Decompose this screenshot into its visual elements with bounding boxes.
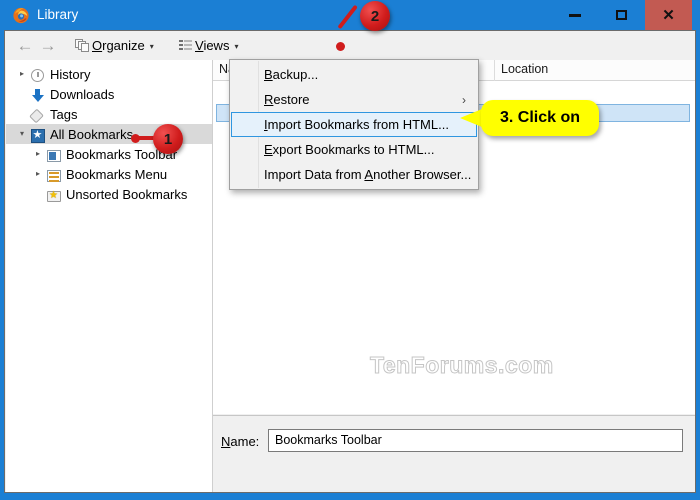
minimize-button[interactable] <box>552 0 598 30</box>
close-button[interactable]: ✕ <box>645 0 692 30</box>
sidebar-item-label: Downloads <box>50 86 115 102</box>
menu-item-label: Import Data from Another Browser... <box>264 167 472 182</box>
name-field-value: Bookmarks Toolbar <box>275 433 382 447</box>
twisty-icon[interactable]: ▸ <box>32 164 44 184</box>
sidebar-item-label: All Bookmarks <box>50 126 134 142</box>
sidebar-item-downloads[interactable]: Downloads <box>6 84 212 104</box>
sidebar-item-label: Tags <box>50 106 78 122</box>
callout-2-dot <box>336 42 345 51</box>
sidebar-item-history[interactable]: ▸ History <box>6 64 212 84</box>
forward-arrow-icon: → <box>39 36 57 55</box>
callout-bubble-3: 3. Click on <box>481 100 599 136</box>
menu-item-label: Export Bookmarks to HTML... <box>264 142 435 157</box>
forward-button[interactable]: → <box>39 37 57 54</box>
maximize-icon <box>615 10 627 20</box>
menu-item-import-data-from-another-browser[interactable]: Import Data from Another Browser... <box>231 162 477 187</box>
submenu-arrow-icon: › <box>462 93 466 107</box>
tag-icon <box>30 108 46 124</box>
download-icon <box>30 88 46 104</box>
column-divider[interactable] <box>494 60 495 81</box>
callout-badge-2: 2 <box>360 1 390 31</box>
window-title: Library <box>37 7 79 22</box>
all-bookmarks-icon <box>30 127 46 144</box>
twisty-icon[interactable]: ▸ <box>16 64 28 84</box>
name-field[interactable]: Bookmarks Toolbar <box>268 429 683 452</box>
menu-item-restore[interactable]: Restore › <box>231 87 477 112</box>
organize-button[interactable]: Organize ▾ <box>69 34 160 57</box>
views-button[interactable]: Views ▾ <box>173 34 244 57</box>
sidebar-item-tags[interactable]: Tags <box>6 104 212 124</box>
callout-badge-1: 1 <box>153 124 183 154</box>
organize-label: Organize <box>92 38 145 53</box>
list-view-icon <box>179 39 192 52</box>
toolbar: ← → Organize ▾ Views ▾ ★↺ I <box>5 31 695 90</box>
menu-item-import-bookmarks-from-html[interactable]: Import Bookmarks from HTML... <box>231 112 477 137</box>
folder-toolbar-icon <box>46 148 62 164</box>
close-icon: ✕ <box>662 6 675 24</box>
views-label: Views <box>195 38 230 53</box>
column-header-location[interactable]: Location <box>501 62 548 76</box>
menu-item-export-bookmarks-to-html[interactable]: Export Bookmarks to HTML... <box>231 137 477 162</box>
library-window: Library ✕ ← → Organize ▾ Views ▾ ▸ Histo… <box>0 0 700 500</box>
detail-panel: Name: Bookmarks Toolbar <box>213 415 695 492</box>
callout-3-tail <box>460 109 482 127</box>
unsorted-icon <box>46 188 62 204</box>
firefox-icon <box>13 7 29 24</box>
sidebar-item-label: History <box>50 66 91 82</box>
sidebar-item-label: Unsorted Bookmarks <box>66 186 188 202</box>
folder-menu-icon <box>46 168 62 184</box>
back-arrow-icon: ← <box>16 36 34 55</box>
sidebar-item-bookmarks-toolbar[interactable]: ▸ Bookmarks Toolbar <box>6 144 212 164</box>
name-field-label: Name: <box>221 434 260 449</box>
chevron-down-icon: ▾ <box>234 41 239 51</box>
sidebar: ▸ History Downloads Tags ▾ All Bookmarks… <box>6 60 213 492</box>
sidebar-item-label: Bookmarks Menu <box>66 166 168 182</box>
minimize-icon <box>569 13 581 17</box>
menu-item-label: Import Bookmarks from HTML... <box>264 117 449 132</box>
sidebar-item-bookmarks-menu[interactable]: ▸ Bookmarks Menu <box>6 164 212 184</box>
pages-icon <box>75 39 89 52</box>
sidebar-item-unsorted-bookmarks[interactable]: Unsorted Bookmarks <box>6 184 212 204</box>
twisty-icon[interactable]: ▸ <box>32 144 44 164</box>
clock-icon <box>30 68 46 84</box>
menu-item-label: Backup... <box>264 67 319 82</box>
maximize-button[interactable] <box>598 0 644 30</box>
chevron-down-icon: ▾ <box>149 41 154 51</box>
back-button[interactable]: ← <box>16 37 34 54</box>
menu-item-backup[interactable]: Backup... <box>231 62 477 87</box>
menu-item-label: Restore <box>264 92 310 107</box>
twisty-icon[interactable]: ▾ <box>16 124 28 144</box>
import-and-backup-menu: Backup... Restore › Import Bookmarks fro… <box>229 59 479 190</box>
